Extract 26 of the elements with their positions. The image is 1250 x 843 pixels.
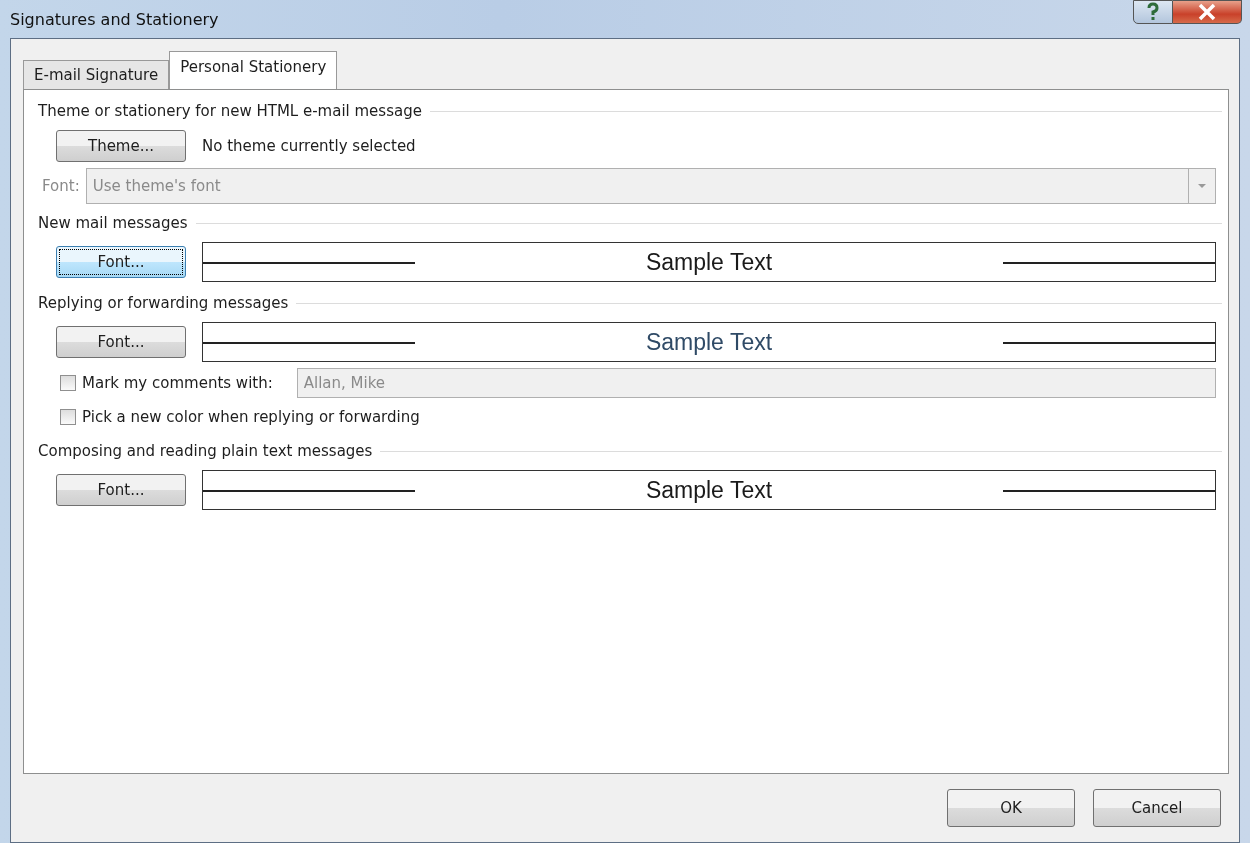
section-heading: Composing and reading plain text messages [38, 442, 374, 460]
close-button[interactable] [1173, 0, 1242, 24]
dialog-button[interactable]: Cancel [1093, 789, 1221, 827]
window-title: Signatures and Stationery [10, 9, 219, 29]
checkbox[interactable] [60, 409, 76, 425]
section-heading: New mail messages [38, 214, 189, 232]
sample-text: Sample Text [645, 248, 773, 276]
font-button[interactable]: Font... [56, 474, 186, 506]
font-button[interactable]: Font... [56, 246, 186, 278]
comment-field: Allan, Mike [296, 368, 1216, 398]
section-heading: Replying or forwarding messages [38, 294, 290, 312]
close-icon [1197, 3, 1217, 21]
section-heading: Theme or stationery for new HTML e-mail message [38, 102, 423, 120]
font-button[interactable]: Font... [56, 326, 186, 358]
sample-text: Sample Text [645, 476, 773, 504]
font-dropdown: Use theme's font [85, 168, 1216, 204]
dialog-button[interactable]: OK [947, 789, 1075, 827]
tab[interactable]: Personal Stationery [169, 51, 338, 89]
theme-status: No theme currently selected [202, 137, 416, 155]
font-label: Font: [42, 177, 80, 195]
sample-text: Sample Text [645, 328, 773, 356]
theme-button[interactable]: Theme... [56, 130, 186, 162]
dropdown-arrow-icon [1197, 183, 1207, 189]
help-button[interactable] [1133, 0, 1173, 24]
checkbox-label[interactable]: Pick a new color when replying or forwarding [82, 408, 420, 426]
tab[interactable]: E-mail Signature [23, 60, 170, 89]
